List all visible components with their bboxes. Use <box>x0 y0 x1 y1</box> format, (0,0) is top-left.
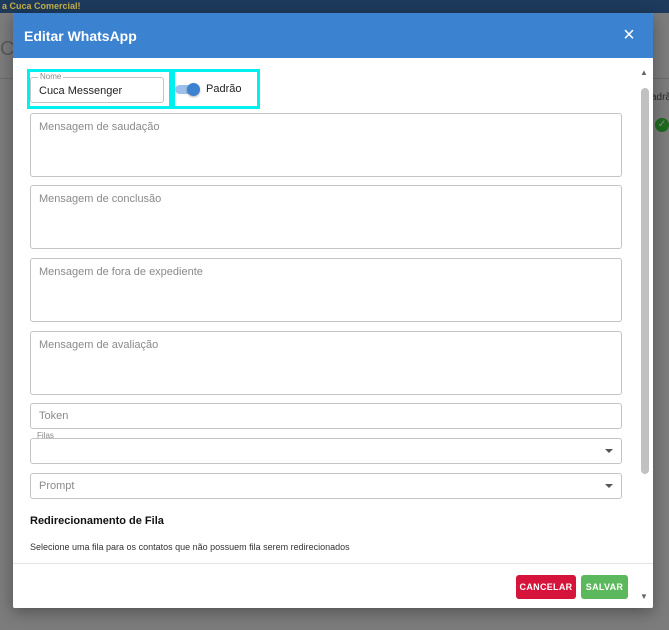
scroll-up-arrow-icon[interactable]: ▲ <box>639 68 649 78</box>
redirect-section-description: Selecione uma fila para os contatos que … <box>30 542 350 552</box>
queues-select[interactable] <box>30 438 622 464</box>
name-field-highlight <box>27 69 172 109</box>
token-field[interactable]: Token <box>30 403 622 429</box>
prompt-placeholder: Prompt <box>39 480 75 492</box>
scroll-down-arrow-icon[interactable]: ▼ <box>640 592 648 601</box>
dialog-footer: CANCELAR SALVAR ▼ <box>13 563 653 608</box>
completion-message-placeholder: Mensagem de conclusão <box>39 193 162 205</box>
default-toggle-highlight <box>172 69 260 109</box>
greeting-message-field[interactable]: Mensagem de saudação <box>30 113 622 177</box>
cancel-button[interactable]: CANCELAR <box>516 575 576 599</box>
out-of-hours-message-placeholder: Mensagem de fora de expediente <box>39 266 203 278</box>
chevron-down-icon <box>605 449 613 453</box>
background-topbar-text: a Cuca Comercial! <box>2 1 81 11</box>
completion-message-field[interactable]: Mensagem de conclusão <box>30 185 622 249</box>
rating-message-field[interactable]: Mensagem de avaliação <box>30 331 622 395</box>
chevron-down-icon <box>605 484 613 488</box>
out-of-hours-message-field[interactable]: Mensagem de fora de expediente <box>30 258 622 322</box>
save-button[interactable]: SALVAR <box>581 575 628 599</box>
greeting-message-placeholder: Mensagem de saudação <box>39 121 160 133</box>
dialog-scrollbar[interactable]: ▲ <box>639 64 649 563</box>
token-placeholder: Token <box>39 410 69 422</box>
dialog-title: Editar WhatsApp <box>24 28 137 44</box>
check-circle-icon: ✓ <box>655 118 669 132</box>
redirect-section-title: Redirecionamento de Fila <box>30 515 164 527</box>
background-column-header: adrã <box>651 92 669 103</box>
dialog-body: Nome Cuca Messenger Padrão Mensagem de s… <box>13 58 653 563</box>
prompt-select[interactable]: Prompt <box>30 473 622 499</box>
edit-whatsapp-dialog: Editar WhatsApp × Nome Cuca Messenger Pa… <box>13 13 653 608</box>
background-topbar: a Cuca Comercial! <box>0 0 669 13</box>
rating-message-placeholder: Mensagem de avaliação <box>39 339 159 351</box>
close-icon[interactable]: × <box>619 25 639 45</box>
scrollbar-thumb[interactable] <box>641 88 649 474</box>
dialog-header: Editar WhatsApp × <box>13 13 653 58</box>
